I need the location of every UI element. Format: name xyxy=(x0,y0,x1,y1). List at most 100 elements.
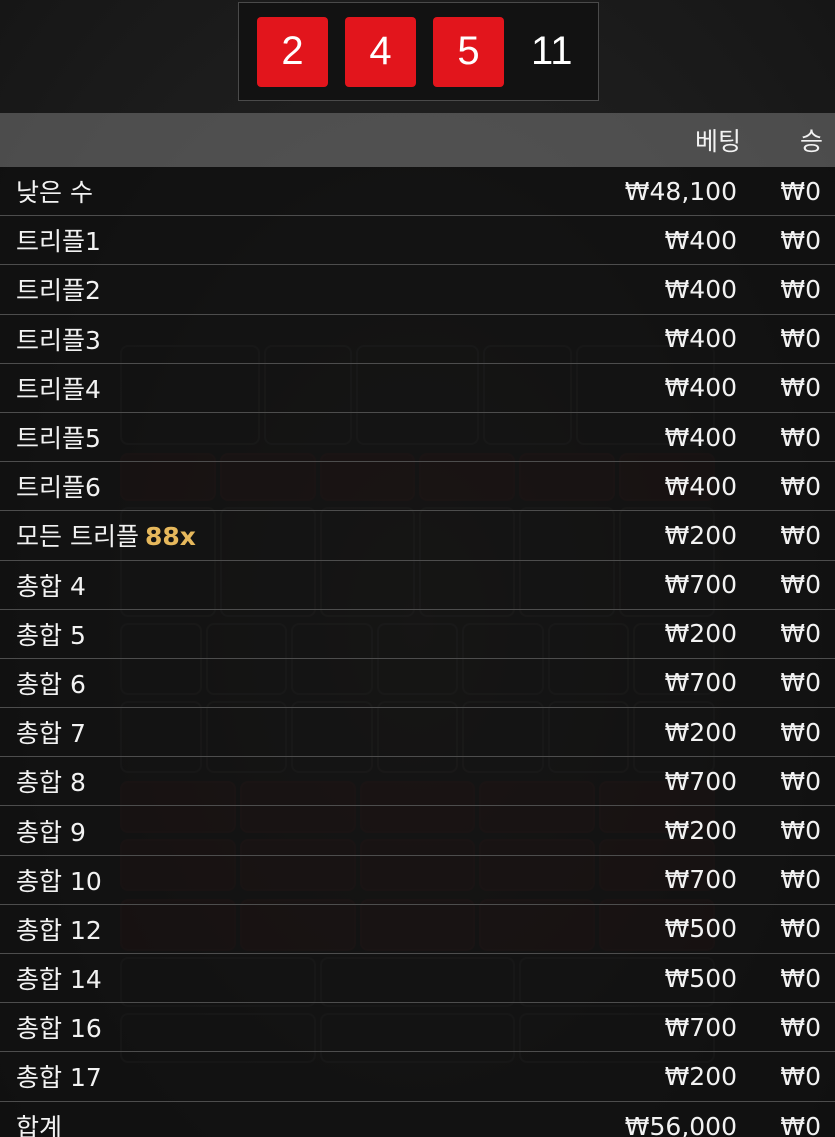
bet-amount: ₩200 xyxy=(664,816,737,846)
total-win: ₩0 xyxy=(780,1111,821,1137)
table-row: 총합 6 ₩700 ₩0 xyxy=(0,659,835,709)
bet-label-text: 총합 16 xyxy=(16,1014,102,1044)
win-amount: ₩0 xyxy=(780,324,821,354)
win-amount: ₩0 xyxy=(780,274,821,304)
bet-label: 트리플5 xyxy=(0,419,503,455)
table-row: 모든 트리플 88x ₩200 ₩0 xyxy=(0,511,835,561)
table-row: 트리플2 ₩400 ₩0 xyxy=(0,265,835,315)
total-bet: ₩56,000 xyxy=(624,1111,737,1137)
win-amount: ₩0 xyxy=(780,520,821,550)
win-amount: ₩0 xyxy=(780,1061,821,1091)
die-2: 4 xyxy=(345,16,416,87)
table-body: 낮은 수 ₩48,100 ₩0 트리플1 ₩400 ₩0 트리플2 ₩400 ₩0 트리플3 ₩40… xyxy=(0,167,835,1137)
bet-label-text: 트리플1 xyxy=(16,227,101,257)
table-header: 베팅 승 xyxy=(0,113,835,167)
bet-label-text: 총합 6 xyxy=(16,669,86,699)
header-bet: 베팅 xyxy=(694,127,741,156)
bet-amount: ₩500 xyxy=(664,914,737,944)
bet-amount: ₩200 xyxy=(664,619,737,649)
win-amount: ₩0 xyxy=(780,914,821,944)
bet-amount: ₩400 xyxy=(664,471,737,501)
win-amount: ₩0 xyxy=(780,717,821,747)
bet-label-text: 트리플5 xyxy=(16,424,101,454)
bet-label: 총합 5 xyxy=(0,616,503,652)
bet-label-text: 총합 8 xyxy=(16,768,86,798)
win-amount: ₩0 xyxy=(780,963,821,993)
bet-amount: ₩700 xyxy=(664,1012,737,1042)
bet-amount: ₩700 xyxy=(664,668,737,698)
bet-label-text: 총합 7 xyxy=(16,719,86,749)
bet-label-text: 총합 17 xyxy=(16,1063,102,1093)
bet-label-text: 트리플6 xyxy=(16,473,101,503)
bet-amount: ₩48,100 xyxy=(624,176,737,206)
bet-label-text: 총합 12 xyxy=(16,915,102,945)
bet-amount: ₩400 xyxy=(664,422,737,452)
bet-label: 총합 7 xyxy=(0,714,503,750)
bet-amount: ₩400 xyxy=(664,225,737,255)
bet-label: 총합 16 xyxy=(0,1009,503,1045)
bet-label: 낮은 수 xyxy=(0,173,503,209)
bet-label-text: 트리플2 xyxy=(16,276,101,306)
bet-label-text: 총합 10 xyxy=(16,866,102,896)
bet-label: 트리플3 xyxy=(0,321,503,357)
bet-label-text: 트리플3 xyxy=(16,325,101,355)
table-row: 총합 4 ₩700 ₩0 xyxy=(0,561,835,610)
win-amount: ₩0 xyxy=(780,1012,821,1042)
bet-label-text: 총합 4 xyxy=(16,571,86,601)
bet-label: 총합 14 xyxy=(0,960,503,996)
bet-label: 모든 트리플 88x xyxy=(0,517,503,553)
payout-multiplier: 88x xyxy=(144,522,196,552)
bet-label: 총합 6 xyxy=(0,665,503,701)
bet-label: 총합 12 xyxy=(0,911,503,947)
bet-label-text: 트리플4 xyxy=(16,374,101,404)
win-amount: ₩0 xyxy=(780,668,821,698)
bet-amount: ₩500 xyxy=(664,963,737,993)
bet-label: 총합 8 xyxy=(0,763,503,799)
bet-label-text: 총합 5 xyxy=(16,620,86,650)
table-row: 트리플6 ₩400 ₩0 xyxy=(0,462,835,512)
bet-label: 트리플1 xyxy=(0,222,503,258)
bet-label: 총합 9 xyxy=(0,813,503,849)
table-row: 총합 10 ₩700 ₩0 xyxy=(0,856,835,905)
bet-label: 트리플2 xyxy=(0,271,503,307)
bet-label-text: 낮은 수 xyxy=(16,178,93,208)
table-row: 총합 8 ₩700 ₩0 xyxy=(0,757,835,807)
win-amount: ₩0 xyxy=(780,176,821,206)
bet-label: 총합 10 xyxy=(0,862,503,898)
bet-amount: ₩200 xyxy=(664,1061,737,1091)
table-row: 총합 5 ₩200 ₩0 xyxy=(0,610,835,659)
table-row: 트리플1 ₩400 ₩0 xyxy=(0,216,835,266)
win-amount: ₩0 xyxy=(780,225,821,255)
table-row: 총합 14 ₩500 ₩0 xyxy=(0,954,835,1004)
win-amount: ₩0 xyxy=(780,816,821,846)
bet-amount: ₩400 xyxy=(664,274,737,304)
table-row: 트리플4 ₩400 ₩0 xyxy=(0,364,835,413)
bet-amount: ₩700 xyxy=(664,865,737,895)
header-win: 승 xyxy=(799,127,823,156)
die-3: 5 xyxy=(433,16,504,87)
table-row: 트리플5 ₩400 ₩0 xyxy=(0,413,835,463)
die-1: 2 xyxy=(257,16,328,87)
table-row: 총합 16 ₩700 ₩0 xyxy=(0,1003,835,1053)
table-row: 낮은 수 ₩48,100 ₩0 xyxy=(0,167,835,217)
bet-amount: ₩700 xyxy=(664,570,737,600)
table-row: 총합 7 ₩200 ₩0 xyxy=(0,708,835,758)
win-amount: ₩0 xyxy=(780,570,821,600)
dice-result-bar: 2 4 5 11 xyxy=(238,2,599,101)
bet-amount: ₩200 xyxy=(664,520,737,550)
bet-label-text: 모든 트리플 xyxy=(16,522,139,552)
bet-label-text: 총합 9 xyxy=(16,817,86,847)
bet-label: 총합 4 xyxy=(0,567,503,603)
total-row: 합계 ₩56,000 ₩0 xyxy=(0,1102,835,1137)
bet-amount: ₩400 xyxy=(664,324,737,354)
bet-amount: ₩700 xyxy=(664,766,737,796)
bet-label: 총합 17 xyxy=(0,1058,503,1094)
win-amount: ₩0 xyxy=(780,471,821,501)
table-row: 총합 12 ₩500 ₩0 xyxy=(0,905,835,954)
win-amount: ₩0 xyxy=(780,865,821,895)
table-row: 총합 17 ₩200 ₩0 xyxy=(0,1052,835,1102)
dice-sum: 11 xyxy=(531,29,573,73)
table-row: 트리플3 ₩400 ₩0 xyxy=(0,315,835,364)
bet-history-screen: 2 4 5 11 베팅 승 낮은 수 ₩48,100 ₩0 트리플1 ₩400 ₩0 트리플… xyxy=(0,0,835,1137)
bet-label: 트리플4 xyxy=(0,370,503,406)
